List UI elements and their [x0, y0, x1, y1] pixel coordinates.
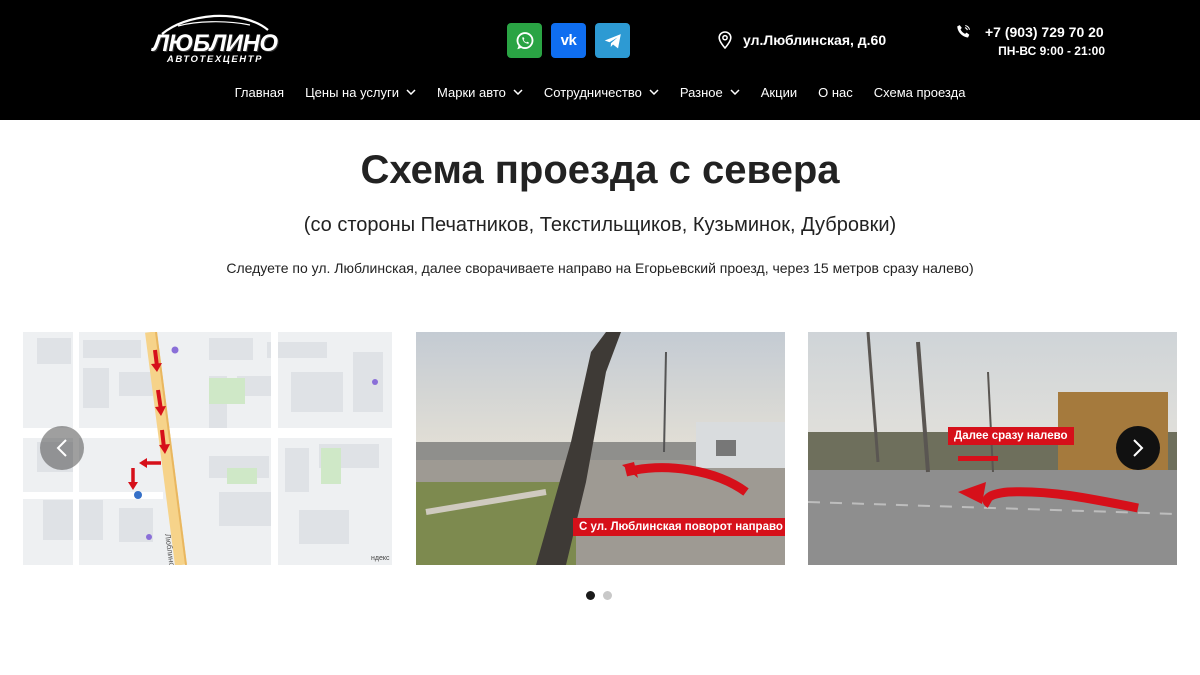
slide-caption: С ул. Люблинская поворот направо [573, 518, 785, 536]
page-title: Схема проезда с севера [360, 148, 840, 192]
phone-icon [957, 24, 971, 38]
telegram-icon [604, 33, 621, 48]
site-header: ЛЮБЛИНО АВТОТЕХЦЕНТР vk ул.Люблинская, д… [0, 0, 1200, 120]
slide-photo-turn-right[interactable]: С ул. Люблинская поворот направо [416, 332, 785, 565]
nav-item-label: Цены на услуги [305, 84, 400, 100]
slider-prev-button[interactable] [40, 426, 84, 470]
nav-item-label: Схема проезда [873, 84, 966, 100]
nav-item-cooperation[interactable]: Сотрудничество [544, 82, 659, 102]
nav-item-home[interactable]: Главная [235, 82, 284, 102]
chevron-right-icon [1133, 439, 1144, 457]
phone-number: +7 (903) 729 70 20 [985, 23, 1104, 40]
logo[interactable]: ЛЮБЛИНО АВТОТЕХЦЕНТР [150, 14, 280, 66]
chevron-left-icon [56, 439, 67, 457]
route-description: Следуете по ул. Люблинская, далее сворач… [226, 260, 974, 276]
nav-item-label: Главная [234, 84, 285, 100]
main-nav: Главная Цены на услуги Марки авто Сотруд… [0, 82, 1200, 102]
map-attribution: ндекс [371, 555, 390, 562]
slider-next-button[interactable] [1116, 426, 1160, 470]
whatsapp-icon [516, 31, 533, 49]
slider-pagination [586, 591, 612, 600]
address-text: ул.Люблинская, д.60 [743, 32, 887, 48]
slide-caption: Далее сразу налево [948, 427, 1074, 445]
nav-item-about[interactable]: О нас [818, 82, 853, 102]
slider-dot-1[interactable] [586, 591, 595, 600]
slider-dot-2[interactable] [603, 591, 612, 600]
working-hours: ПН-ВС 9:00 - 21:00 [998, 44, 1105, 58]
vk-button[interactable]: vk [551, 23, 586, 58]
phone-link[interactable]: +7 (903) 729 70 20 [955, 23, 1107, 40]
chevron-down-icon [406, 89, 416, 95]
chevron-down-icon [730, 89, 740, 95]
address: ул.Люблинская, д.60 [718, 31, 886, 49]
logo-subtitle: АВТОТЕХЦЕНТР [166, 54, 264, 65]
nav-item-label: О нас [818, 84, 853, 100]
vk-icon: vk [560, 32, 577, 49]
nav-item-promotions[interactable]: Акции [761, 82, 797, 102]
nav-item-label: Сотрудничество [543, 84, 642, 100]
page-subtitle: (со стороны Печатников, Текстильщиков, К… [303, 214, 897, 236]
nav-item-label: Марки авто [437, 84, 506, 100]
nav-item-label: Акции [760, 84, 798, 100]
nav-item-prices[interactable]: Цены на услуги [305, 82, 416, 102]
chevron-down-icon [513, 89, 523, 95]
nav-item-directions[interactable]: Схема проезда [874, 82, 966, 102]
whatsapp-button[interactable] [507, 23, 542, 58]
nav-item-car-brands[interactable]: Марки авто [437, 82, 523, 102]
location-pin-icon [718, 31, 732, 49]
nav-item-misc[interactable]: Разное [680, 82, 740, 102]
contact-block: +7 (903) 729 70 20 ПН-ВС 9:00 - 21:00 [955, 23, 1107, 58]
chevron-down-icon [649, 89, 659, 95]
telegram-button[interactable] [595, 23, 630, 58]
nav-item-label: Разное [679, 84, 723, 100]
